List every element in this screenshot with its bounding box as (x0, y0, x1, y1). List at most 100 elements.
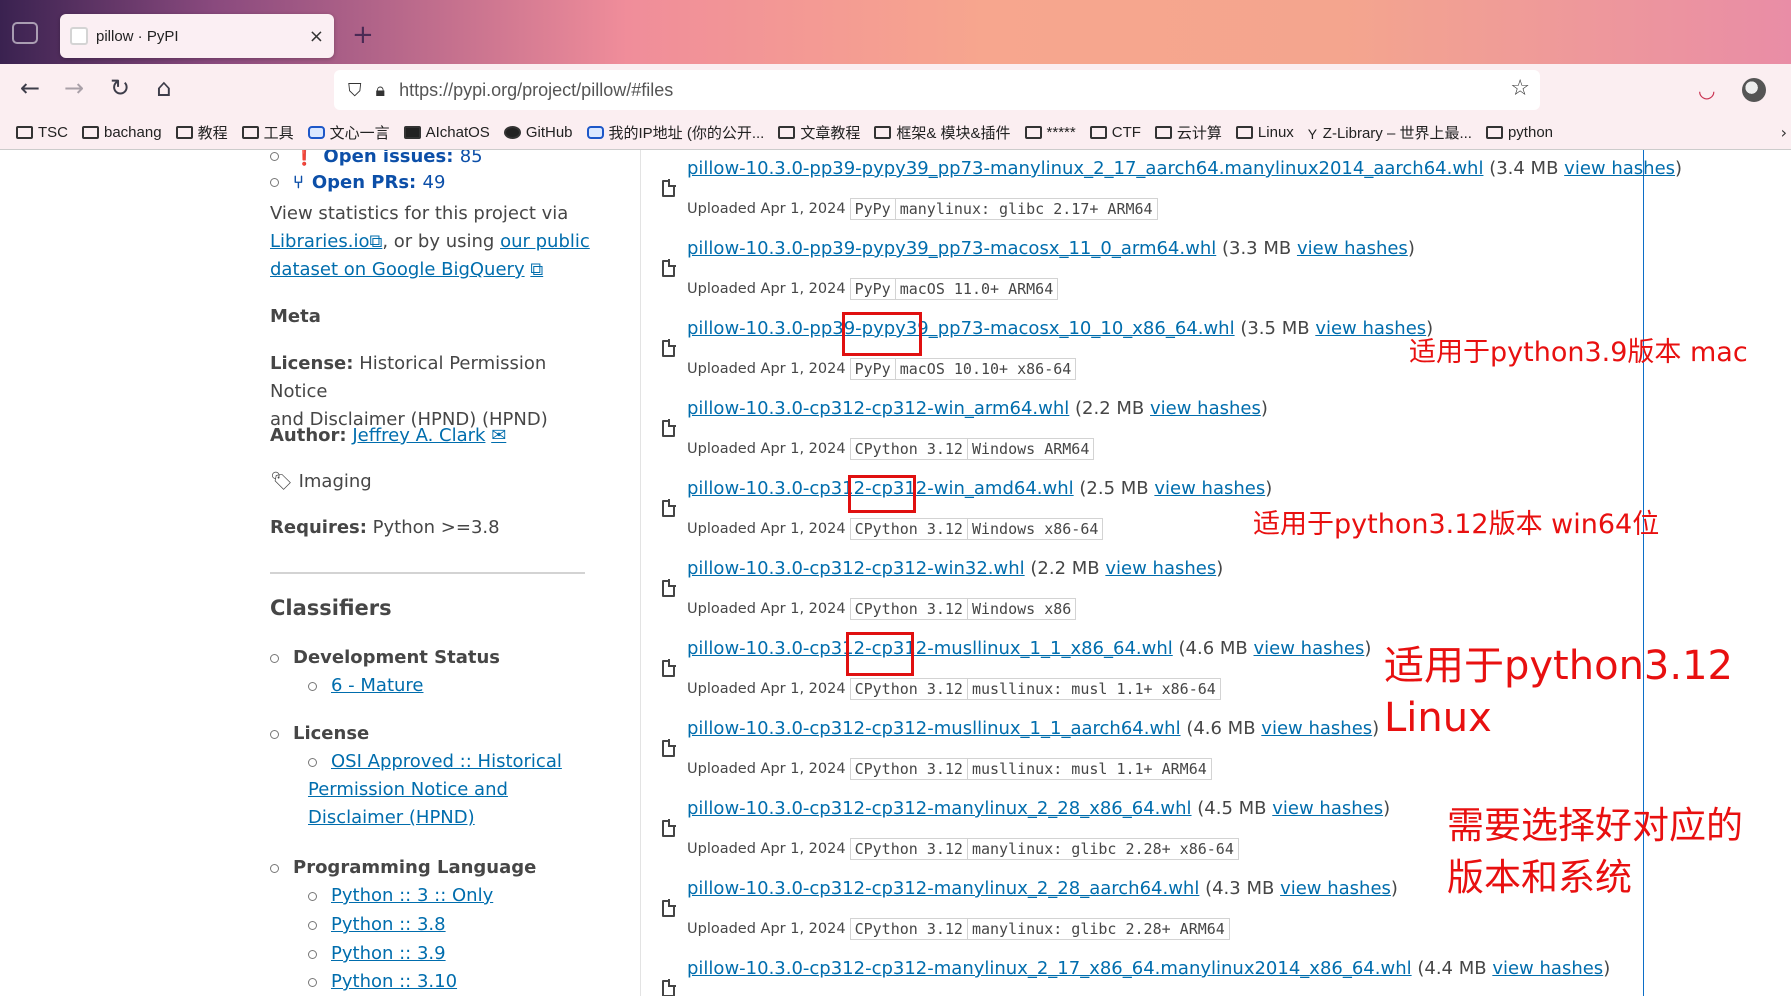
view-hashes-link[interactable]: view hashes (1297, 238, 1408, 259)
view-hashes-link[interactable]: view hashes (1261, 718, 1372, 739)
bookmark-label: bachang (104, 124, 162, 141)
upload-date: Uploaded Apr 1, 2024 (687, 681, 846, 697)
bookmark-zlibrary[interactable]: Y Z-Library – 世界上最... (1308, 122, 1472, 143)
bookmark-tsc[interactable]: TSC (16, 124, 68, 141)
forward-arrow-icon[interactable]: → (58, 74, 90, 102)
author-link[interactable]: Jeffrey A. Clark (352, 425, 485, 446)
file-line: pillow-10.3.0-cp312-cp312-win32.whl (2.2… (687, 558, 1224, 579)
file-download-link[interactable]: pillow-10.3.0-cp312-cp312-musllinux_1_1_… (687, 638, 1173, 659)
tab-bar: pillow · PyPI × + (0, 0, 1791, 64)
view-hashes-link[interactable]: view hashes (1564, 158, 1675, 179)
implementation-tag: CPython 3.12 (849, 678, 968, 700)
file-meta: Uploaded Apr 1, 2024 PyPy macOS 11.0+ ARM6… (687, 278, 1059, 300)
file-download-link[interactable]: pillow-10.3.0-cp312-cp312-manylinux_2_28… (687, 878, 1199, 899)
folder-icon (1024, 126, 1042, 139)
lang-link[interactable]: Python :: 3.9 (331, 940, 446, 968)
upload-date: Uploaded Apr 1, 2024 (687, 361, 846, 377)
tab-close-icon[interactable]: × (309, 26, 324, 47)
back-arrow-icon[interactable]: ← (14, 74, 46, 102)
lang-link[interactable]: Python :: 3.10 (331, 968, 457, 996)
tab-list-icon[interactable] (12, 22, 38, 44)
annotation-linux-1: 适用于python3.12 (1384, 643, 1733, 689)
file-download-link[interactable]: pillow-10.3.0-pp39-pypy39_pp73-macosx_10… (687, 318, 1235, 339)
url-text[interactable]: https://pypi.org/project/pillow/#files (399, 80, 673, 101)
bookmark-aichatos[interactable]: AIchatOS (403, 124, 490, 141)
annotation-win: 适用于python3.12版本 win64位 (1253, 509, 1660, 540)
upload-date: Uploaded Apr 1, 2024 (687, 201, 846, 217)
wenxin-icon (307, 126, 325, 139)
open-issues-link[interactable]: Open issues: 85 (323, 150, 482, 167)
bookmark-cloud[interactable]: 云计算 (1154, 122, 1222, 143)
file-download-link[interactable]: pillow-10.3.0-cp312-cp312-musllinux_1_1_… (687, 718, 1181, 739)
lock-icon[interactable]: 🔒︎ (376, 80, 386, 101)
lang-link[interactable]: Python :: 3 :: Only (331, 882, 493, 910)
bookmark-label: 云计算 (1176, 125, 1222, 142)
bookmark-github[interactable]: GitHub (503, 124, 573, 141)
external-link-icon: ⧉ (530, 259, 544, 280)
file-download-link[interactable]: pillow-10.3.0-pp39-pypy39_pp73-manylinux… (687, 158, 1483, 179)
stats-text-2: , or by using (382, 231, 495, 252)
bookmark-wenxin[interactable]: 文心一言 (307, 122, 390, 143)
folder-icon (1485, 126, 1503, 139)
file-icon (662, 739, 676, 757)
view-hashes-link[interactable]: view hashes (1280, 878, 1391, 899)
bookmark-tools[interactable]: 工具 (241, 122, 294, 143)
lang-link[interactable]: Python :: 3.8 (331, 911, 446, 939)
file-size: (3.5 MB (1240, 318, 1310, 339)
annotation-linux-2: Linux (1384, 695, 1492, 741)
license-cls-link[interactable]: OSI Approved :: Historical Permission Not… (308, 748, 562, 832)
file-download-link[interactable]: pillow-10.3.0-cp312-cp312-manylinux_2_17… (687, 958, 1412, 979)
view-hashes-link[interactable]: view hashes (1154, 478, 1265, 499)
pocket-icon[interactable]: ◡ (1698, 78, 1715, 102)
meta-heading: Meta (270, 306, 321, 327)
bookmark-stars[interactable]: ***** (1024, 124, 1076, 141)
bookmark-linux[interactable]: Linux (1235, 124, 1294, 141)
new-tab-button[interactable]: + (352, 20, 374, 50)
bookmark-ctf[interactable]: CTF (1089, 124, 1141, 141)
zlibrary-icon: Y (1307, 126, 1318, 142)
implementation-tag: CPython 3.12 (849, 438, 968, 460)
envelope-icon: ✉ (491, 425, 507, 446)
home-icon[interactable]: ⌂ (148, 74, 180, 102)
folder-icon (175, 126, 193, 139)
bookmark-frameworks[interactable]: 框架& 模块&插件 (874, 122, 1011, 143)
bookmark-star-icon[interactable]: ☆ (1510, 76, 1530, 101)
license-label: License: (270, 353, 354, 374)
shield-icon[interactable]: ⛉ (348, 80, 362, 101)
platform-tag: macOS 11.0+ ARM64 (895, 278, 1059, 300)
reload-icon[interactable]: ↻ (104, 74, 136, 102)
tags-icon: 🏷︎ (270, 471, 293, 492)
open-prs-link[interactable]: Open PRs: 49 (312, 172, 446, 193)
view-hashes-link[interactable]: view hashes (1253, 638, 1364, 659)
view-hashes-link[interactable]: view hashes (1150, 398, 1261, 419)
dev-status-link[interactable]: 6 - Mature (331, 672, 424, 700)
tab-pillow-pypi[interactable]: pillow · PyPI × (60, 14, 334, 58)
bookmarks-overflow-icon[interactable]: › (1781, 123, 1787, 142)
bookmark-bachang[interactable]: bachang (82, 124, 162, 141)
file-meta: Uploaded Apr 1, 2024 CPython 3.12 Windows … (687, 438, 1095, 460)
account-avatar[interactable] (1742, 78, 1766, 102)
bookmark-label: 工具 (263, 125, 294, 142)
bookmark-label: CTF (1111, 124, 1141, 141)
aichatos-icon (403, 126, 421, 139)
file-download-link[interactable]: pillow-10.3.0-cp312-cp312-win32.whl (687, 558, 1025, 579)
bookmark-tutorial[interactable]: 教程 (175, 122, 228, 143)
bookmark-my-ip[interactable]: 我的IP地址 (你的公开... (586, 122, 764, 143)
view-hashes-link[interactable]: view hashes (1105, 558, 1216, 579)
file-size: (4.5 MB (1197, 798, 1267, 819)
libraries-io-link[interactable]: Libraries.io (270, 231, 369, 252)
our-public-link[interactable]: our public (500, 231, 590, 252)
list-bullet (270, 152, 279, 161)
file-download-link[interactable]: pillow-10.3.0-pp39-pypy39_pp73-macosx_11… (687, 238, 1216, 259)
file-download-link[interactable]: pillow-10.3.0-cp312-cp312-win_arm64.whl (687, 398, 1069, 419)
folder-icon (874, 126, 892, 139)
bookmark-articles[interactable]: 文章教程 (778, 122, 860, 143)
bigquery-link[interactable]: dataset on Google BigQuery (270, 259, 525, 280)
imaging-tag[interactable]: 🏷︎ Imaging (270, 468, 372, 496)
view-hashes-link[interactable]: view hashes (1272, 798, 1383, 819)
bookmark-python[interactable]: python (1485, 124, 1553, 141)
url-bar[interactable]: ⛉ 🔒︎ https://pypi.org/project/pillow/#fi… (334, 70, 1540, 110)
view-hashes-link[interactable]: view hashes (1492, 958, 1603, 979)
file-download-link[interactable]: pillow-10.3.0-cp312-cp312-manylinux_2_28… (687, 798, 1192, 819)
open-prs-label: Open PRs: (311, 172, 417, 193)
